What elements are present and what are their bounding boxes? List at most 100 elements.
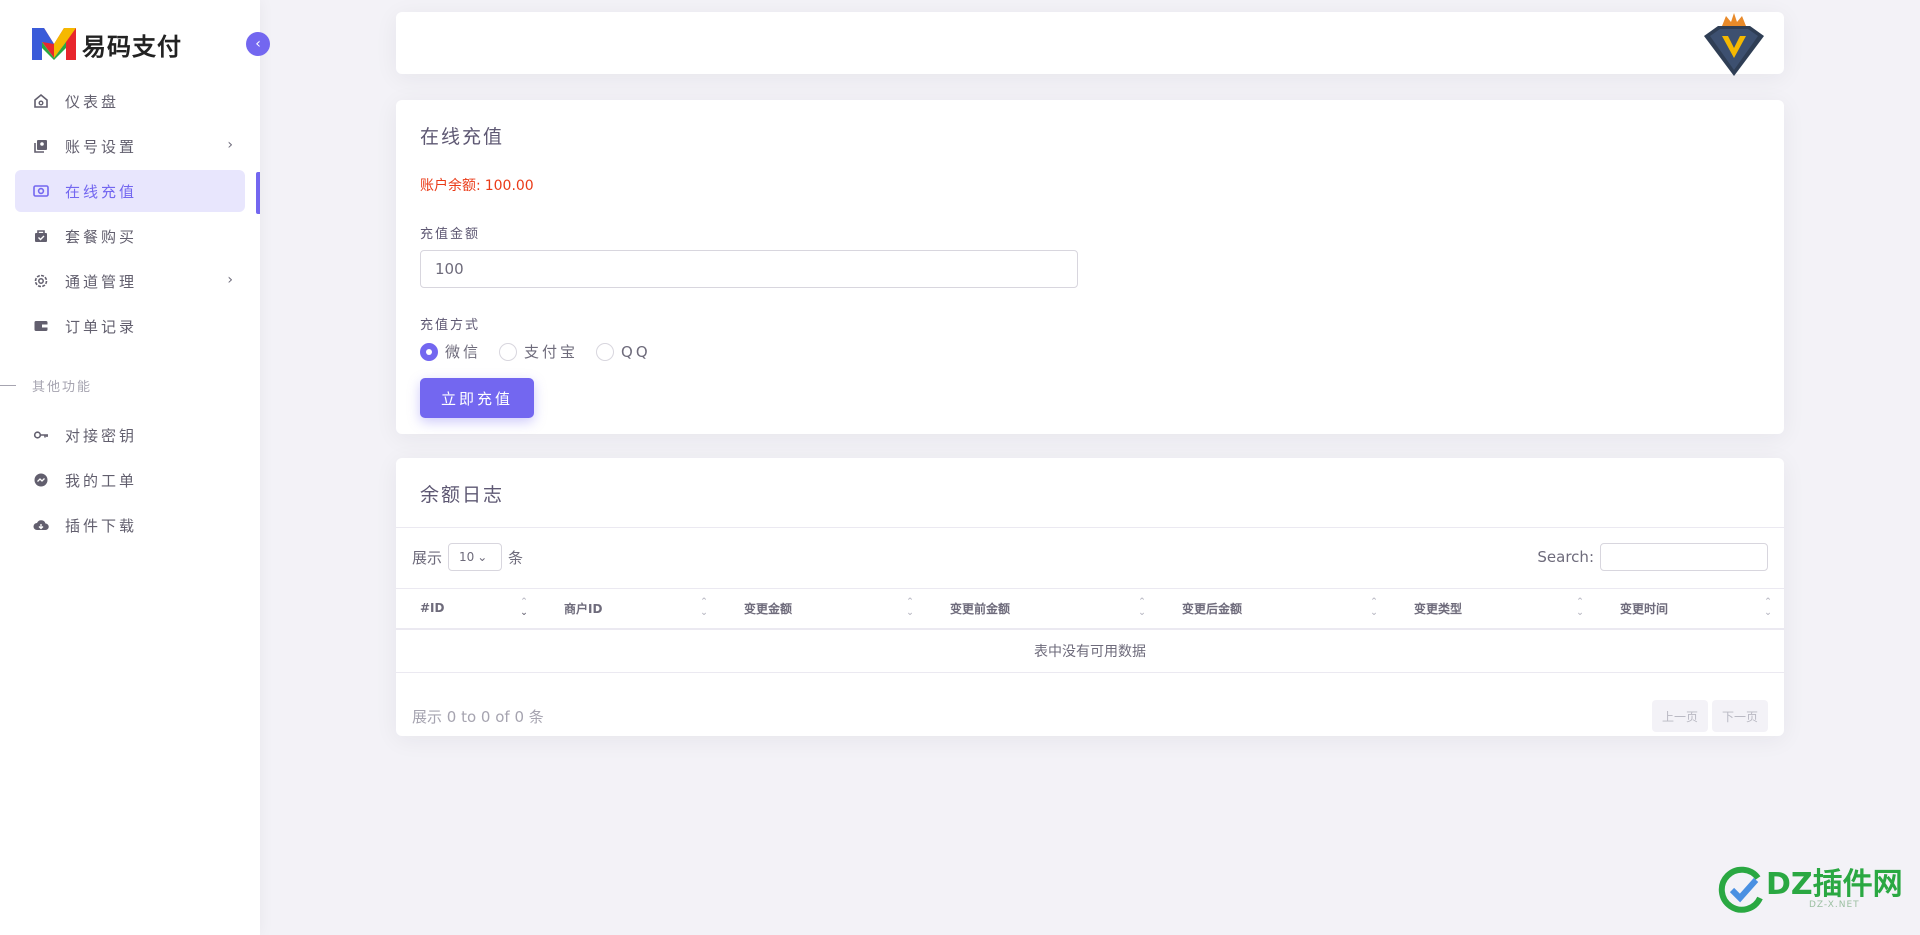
column-header-merchant-id[interactable]: 商户ID ⌃ ⌄ xyxy=(540,588,720,630)
sidebar-item-label: 插件下载 xyxy=(65,516,138,535)
balance-label: 账户余额: xyxy=(420,178,481,194)
chevron-right-icon: › xyxy=(227,137,233,153)
sort-icon: ⌃ ⌄ xyxy=(1764,597,1772,618)
column-header-after-amount[interactable]: 变更后金额 ⌃ ⌄ xyxy=(1158,588,1390,630)
column-label: 变更金额 xyxy=(744,601,793,616)
column-header-id[interactable]: #ID ⌃ ⌄ xyxy=(396,588,540,630)
sidebar-item-label: 账号设置 xyxy=(65,137,138,156)
next-page-button[interactable]: 下一页 xyxy=(1711,700,1768,732)
sidebar: 易码支付 仪表盘 账号设置 › 在线充值 套餐购买 通道管理 › 订单记录 其他… xyxy=(0,0,260,935)
balance-log-card: 余额日志 展示 10 ⌄ 条 Search: #ID ⌃ ⌄ 商户ID ⌃ ⌄ 变更金额 ⌃… xyxy=(396,458,1784,736)
log-title: 余额日志 xyxy=(396,458,1784,528)
prev-page-button[interactable]: 上一页 xyxy=(1651,700,1708,732)
sidebar-item-online-recharge[interactable]: 在线充值 xyxy=(15,170,245,212)
table-header-row: #ID ⌃ ⌄ 商户ID ⌃ ⌄ 变更金额 ⌃ ⌄ 变更前金额 ⌃ ⌄ 变更后金额 ⌃ ⌄ 变更类型… xyxy=(396,588,1784,630)
shopping-bag-icon xyxy=(31,226,51,246)
sidebar-item-account-settings[interactable]: 账号设置 › xyxy=(15,125,245,167)
column-label: #ID xyxy=(420,601,445,616)
sidebar-item-label: 我的工单 xyxy=(65,471,138,490)
sort-icon: ⌃ ⌄ xyxy=(1138,597,1146,618)
radio-label: 支付宝 xyxy=(524,343,579,361)
amount-input[interactable]: 100 xyxy=(420,250,1078,288)
amount-value: 100 xyxy=(435,260,464,278)
sidebar-item-label: 通道管理 xyxy=(65,272,138,291)
table-info: 展示 0 to 0 of 0 条 xyxy=(412,707,544,726)
column-header-change-amount[interactable]: 变更金额 ⌃ ⌄ xyxy=(720,588,926,630)
active-indicator xyxy=(256,172,260,214)
column-label: 变更前金额 xyxy=(950,601,1011,616)
sort-icon: ⌃ ⌄ xyxy=(1370,597,1378,618)
column-header-before-amount[interactable]: 变更前金额 ⌃ ⌄ xyxy=(926,588,1158,630)
home-icon xyxy=(31,91,51,111)
sort-icon: ⌃ ⌄ xyxy=(906,597,914,618)
sidebar-item-channel-management[interactable]: 通道管理 › xyxy=(15,260,245,302)
table-footer: 展示 0 to 0 of 0 条 上一页 下一页 xyxy=(412,700,1768,732)
column-label: 变更类型 xyxy=(1414,601,1463,616)
search-input[interactable] xyxy=(1600,543,1768,571)
brand[interactable]: 易码支付 xyxy=(30,24,182,64)
brand-name: 易码支付 xyxy=(82,31,182,61)
radio-unchecked-icon xyxy=(596,342,615,361)
sort-icon: ⌃ ⌄ xyxy=(520,597,528,618)
section-header-label: 其他功能 xyxy=(32,380,93,395)
chevron-down-icon: ⌄ xyxy=(477,550,488,564)
watermark-text: DZ插件网 xyxy=(1766,867,1903,902)
column-label: 商户ID xyxy=(564,601,603,616)
table-search: Search: xyxy=(1537,543,1768,571)
key-icon xyxy=(31,425,51,445)
radio-unchecked-icon xyxy=(499,342,518,361)
sidebar-item-label: 套餐购买 xyxy=(65,227,138,246)
cloud-download-icon xyxy=(31,515,51,535)
empty-table-message: 表中没有可用数据 xyxy=(396,628,1784,673)
sort-icon: ⌃ ⌄ xyxy=(1576,597,1584,618)
table-row: 表中没有可用数据 xyxy=(396,628,1784,673)
balance-log-table: #ID ⌃ ⌄ 商户ID ⌃ ⌄ 变更金额 ⌃ ⌄ 变更前金额 ⌃ ⌄ 变更后金额 ⌃ ⌄ 变更类型… xyxy=(396,588,1784,673)
page-size-select[interactable]: 10 ⌄ xyxy=(448,543,503,571)
balance-value: 100.00 xyxy=(484,178,534,194)
sort-icon: ⌃ ⌄ xyxy=(700,597,708,618)
profile-icon xyxy=(31,136,51,156)
recharge-submit-button[interactable]: 立即充值 xyxy=(420,378,534,418)
sidebar-item-plugin-download[interactable]: 插件下载 xyxy=(15,504,245,546)
show-prefix: 展示 xyxy=(412,548,443,567)
radio-label: QQ xyxy=(621,342,651,361)
recharge-title: 在线充值 xyxy=(420,126,505,148)
sidebar-item-package-purchase[interactable]: 套餐购买 xyxy=(15,215,245,257)
radio-label: 微信 xyxy=(445,343,482,361)
column-header-change-type[interactable]: 变更类型 ⌃ ⌄ xyxy=(1390,588,1596,630)
payment-method-group: 微信 支付宝 QQ xyxy=(420,341,1760,362)
sidebar-item-label: 在线充值 xyxy=(65,182,138,201)
brand-logo-icon xyxy=(32,28,76,60)
sidebar-item-dashboard[interactable]: 仪表盘 xyxy=(15,80,245,122)
page-size-value: 10 xyxy=(459,550,475,564)
sidebar-nav-other: 对接密钥 我的工单 插件下载 xyxy=(15,414,245,549)
sidebar-item-label: 仪表盘 xyxy=(65,92,120,111)
vip-avatar-icon[interactable] xyxy=(1700,12,1768,78)
sidebar-item-my-tickets[interactable]: 我的工单 xyxy=(15,459,245,501)
radio-checked-icon xyxy=(420,342,438,361)
watermark: DZ插件网 DZ-X.NET xyxy=(1718,866,1903,914)
method-label: 充值方式 xyxy=(420,318,481,333)
sidebar-collapse-button[interactable]: ‹ xyxy=(246,32,270,56)
chevron-left-icon: ‹ xyxy=(255,36,261,52)
top-navbar xyxy=(396,12,1784,76)
sidebar-item-api-key[interactable]: 对接密钥 xyxy=(15,414,245,456)
radio-alipay[interactable]: 支付宝 xyxy=(499,341,578,362)
sidebar-item-label: 对接密钥 xyxy=(65,426,138,445)
sidebar-nav: 仪表盘 账号设置 › 在线充值 套餐购买 通道管理 › 订单记录 xyxy=(15,80,245,350)
section-divider xyxy=(0,385,16,386)
sidebar-item-order-records[interactable]: 订单记录 xyxy=(15,305,245,347)
column-label: 变更时间 xyxy=(1620,601,1669,616)
watermark-text-block: DZ插件网 DZ-X.NET xyxy=(1766,867,1903,911)
nav-section-header: 其他功能 xyxy=(0,376,92,395)
amount-label: 充值金额 xyxy=(420,227,481,242)
radio-qq[interactable]: QQ xyxy=(596,342,651,361)
wallet-icon xyxy=(31,316,51,336)
show-suffix: 条 xyxy=(508,548,524,567)
search-label: Search: xyxy=(1537,548,1594,566)
gear-icon xyxy=(31,271,51,291)
radio-wechat[interactable]: 微信 xyxy=(420,341,481,362)
recharge-icon xyxy=(31,181,51,201)
pagination: 上一页 下一页 xyxy=(1648,700,1768,732)
column-header-change-time[interactable]: 变更时间 ⌃ ⌄ xyxy=(1596,588,1784,630)
